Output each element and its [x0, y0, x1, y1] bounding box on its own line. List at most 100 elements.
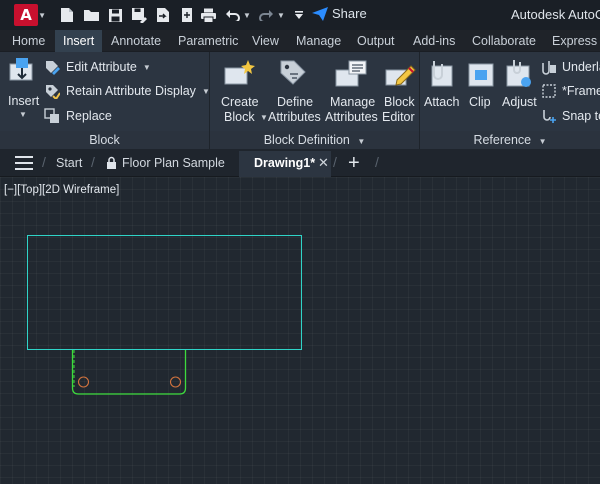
lock-icon	[107, 156, 116, 169]
tab-home[interactable]: Home	[12, 30, 45, 52]
insert-block-button[interactable]: Insert ▼	[4, 56, 40, 119]
block-editor-button[interactable]: Block Editor	[381, 56, 417, 128]
chevron-down-icon: ▼	[201, 86, 210, 96]
define-attributes-label-1: Define	[277, 95, 314, 109]
insert-label: Insert	[8, 94, 40, 108]
undo-dropdown-icon[interactable]: ▼	[243, 6, 251, 24]
attach-label: Attach	[424, 95, 460, 109]
clip-button[interactable]: Clip	[464, 56, 498, 116]
close-tab-icon[interactable]: ✕	[318, 155, 329, 171]
paperclip-icon	[431, 61, 453, 87]
clip-label: Clip	[469, 95, 491, 109]
paper-plane-icon	[312, 6, 328, 21]
tab-view[interactable]: View	[252, 30, 279, 52]
block-editor-icon	[385, 65, 416, 86]
retain-attribute-display-label: Retain Attribute Display	[66, 84, 196, 98]
tab-express-tools[interactable]: Express T	[552, 30, 600, 52]
underlay-icon	[542, 61, 556, 75]
tab-divider: /	[91, 154, 95, 170]
chevron-down-icon: ▼	[38, 11, 46, 20]
block-definition-panel-title[interactable]: Block Definition ▼	[210, 131, 419, 149]
adjust-button[interactable]: Adjust	[500, 56, 538, 116]
define-attributes-label-2: Attributes	[268, 110, 321, 124]
retain-attribute-icon	[46, 85, 60, 99]
chevron-down-icon: ▼	[19, 110, 27, 119]
snap-label: Snap to	[562, 109, 600, 123]
print-icon[interactable]	[199, 6, 217, 24]
save-as-icon[interactable]	[130, 6, 148, 24]
manage-attributes-icon	[335, 60, 367, 87]
rectangle-entity[interactable]	[27, 235, 302, 350]
block-panel-title[interactable]: Block	[0, 131, 209, 149]
create-block-label-1: Create	[221, 95, 259, 109]
file-tab-start[interactable]: Start	[56, 156, 82, 170]
tab-output[interactable]: Output	[357, 30, 395, 52]
adjust-label: Adjust	[502, 95, 537, 109]
redo-icon[interactable]	[257, 6, 275, 24]
block-outline-entity[interactable]	[71, 350, 187, 395]
tab-annotate[interactable]: Annotate	[111, 30, 161, 52]
manage-attributes-button[interactable]: Manage Attributes	[325, 56, 379, 128]
retain-attribute-display-button[interactable]: Retain Attribute Display ▼	[44, 83, 210, 99]
tag-icon	[280, 60, 306, 85]
replace-block-button[interactable]: Replace	[44, 108, 112, 124]
reference-panel-title[interactable]: Reference ▼	[420, 131, 600, 149]
attach-button[interactable]: Attach	[423, 56, 461, 116]
drawing-geometry	[27, 235, 302, 395]
file-tab-drawing1[interactable]: Drawing1*	[254, 156, 315, 170]
chevron-down-icon: ▼	[142, 62, 151, 72]
tab-add-ins[interactable]: Add-ins	[413, 30, 455, 52]
open-icon[interactable]	[82, 6, 100, 24]
frames-label: *Frame	[562, 84, 600, 98]
tab-insert[interactable]: Insert	[55, 30, 103, 52]
frame-icon	[542, 84, 556, 98]
tab-parametric[interactable]: Parametric	[178, 30, 238, 52]
underlay-layers-button[interactable]: Underla	[541, 59, 600, 75]
app-menu-button[interactable]: A ▼	[14, 4, 46, 26]
snap-to-underlays-button[interactable]: Snap to	[541, 108, 600, 124]
adjust-icon	[506, 60, 531, 87]
share-drawing-icon[interactable]	[178, 6, 196, 24]
tab-collaborate[interactable]: Collaborate	[472, 30, 536, 52]
tab-divider: /	[42, 154, 46, 170]
manage-attributes-label-2: Attributes	[325, 110, 378, 124]
title-bar: A ▼ ▼ ▼ Share Autodesk AutoCAD	[0, 0, 600, 30]
redo-dropdown-icon[interactable]: ▼	[277, 6, 285, 24]
undo-icon[interactable]	[224, 6, 242, 24]
block-editor-label-2: Editor	[382, 110, 415, 124]
chevron-down-icon: ▼	[357, 137, 366, 146]
circle-entity-left[interactable]	[77, 376, 90, 388]
edit-attribute-label: Edit Attribute	[66, 60, 137, 74]
frames-button[interactable]: *Frame	[541, 83, 600, 99]
chevron-down-icon: ▼	[260, 113, 268, 122]
snap-icon	[543, 110, 556, 123]
new-icon[interactable]	[58, 6, 76, 24]
create-block-icon	[224, 60, 255, 85]
clip-icon	[468, 63, 494, 87]
insert-block-icon	[9, 58, 33, 81]
file-tab-floor-plan-sample[interactable]: Floor Plan Sample	[122, 156, 225, 170]
block-editor-label-1: Block	[384, 95, 415, 109]
circle-entity-right[interactable]	[169, 376, 182, 388]
share-button[interactable]: Share	[312, 6, 367, 21]
tab-divider: /	[333, 154, 337, 170]
edit-attribute-button[interactable]: Edit Attribute ▼	[44, 59, 151, 75]
new-tab-plus-icon[interactable]: +	[348, 152, 360, 175]
edit-attribute-icon	[46, 61, 60, 75]
define-attributes-button[interactable]: Define Attributes	[268, 56, 322, 128]
manage-attributes-label-1: Manage	[330, 95, 376, 109]
underlay-label: Underla	[562, 60, 600, 74]
reference-title: Reference	[473, 133, 532, 147]
tab-divider: /	[375, 154, 379, 170]
create-block-button[interactable]: Create Block ▼	[218, 56, 268, 128]
hamburger-menu-icon[interactable]	[15, 156, 33, 170]
replace-label: Replace	[66, 109, 112, 123]
create-block-label-2: Block	[224, 110, 255, 124]
save-icon[interactable]	[106, 6, 124, 24]
block-definition-title: Block Definition	[263, 133, 350, 147]
customize-icon[interactable]	[290, 6, 308, 24]
tab-manage[interactable]: Manage	[296, 30, 341, 52]
app-title: Autodesk AutoCAD	[511, 7, 600, 22]
import-icon[interactable]	[154, 6, 172, 24]
replace-icon	[44, 108, 59, 123]
